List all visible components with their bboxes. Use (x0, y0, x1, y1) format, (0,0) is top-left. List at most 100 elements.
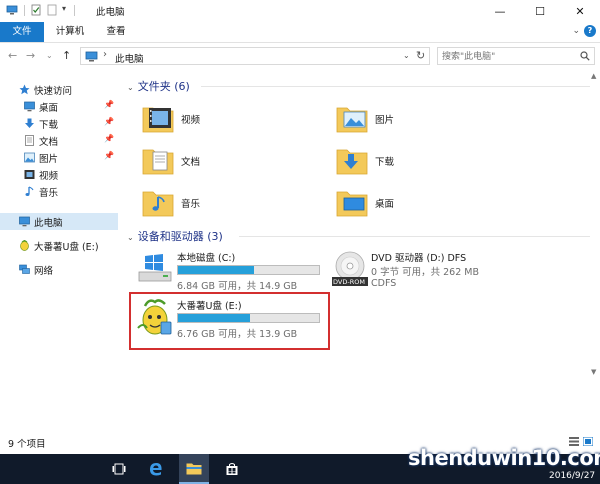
properties-icon[interactable] (30, 4, 42, 16)
folder-label: 桌面 (375, 199, 395, 210)
music-folder-icon (142, 191, 174, 217)
folder-label: 音乐 (181, 199, 201, 210)
tab-file[interactable]: 文件 (0, 22, 44, 42)
picture-folder-icon (336, 107, 368, 133)
drive-usage-bar (177, 265, 320, 275)
star-icon (19, 84, 30, 95)
customize-quick-access-icon[interactable]: ▾ (62, 4, 66, 13)
details-view-icon[interactable] (569, 437, 579, 446)
nav-quick-access[interactable]: 快速访问 (0, 81, 118, 98)
drive-filesystem: CDFS (371, 278, 397, 289)
desktop-icon (24, 101, 35, 112)
folder-icon (186, 463, 202, 474)
file-explorer-button[interactable] (179, 454, 209, 484)
divider (74, 5, 75, 16)
new-folder-icon[interactable] (46, 4, 58, 16)
maximize-icon[interactable]: ☐ (520, 0, 560, 22)
tab-computer[interactable]: 计算机 (46, 22, 94, 42)
nav-item-downloads[interactable]: 下载 📌 (0, 115, 118, 132)
item-count: 9 个项目 (8, 439, 46, 450)
store-button[interactable] (217, 454, 247, 484)
drive-free-space: 0 字节 可用，共 262 MB (371, 267, 479, 278)
document-icon (25, 135, 34, 146)
title-bar: ▾ 此电脑 — ☐ ✕ (0, 0, 600, 22)
pin-icon: 📌 (104, 117, 114, 126)
vertical-scrollbar[interactable]: ▲ ▼ (590, 70, 600, 430)
folders-header[interactable]: ⌄ 文件夹 (6) (127, 78, 190, 94)
dvd-rom-label: DVD-ROM (333, 278, 365, 286)
collapse-chevron-icon[interactable]: ⌄ (127, 83, 134, 92)
scroll-down-icon[interactable]: ▼ (591, 368, 596, 376)
ribbon-expand-icon[interactable]: ⌄ (572, 26, 580, 36)
nav-label: 音乐 (39, 188, 59, 199)
forward-arrow-icon[interactable]: → (26, 49, 35, 62)
search-box[interactable] (437, 47, 595, 65)
nav-item-music[interactable]: 音乐 (0, 183, 118, 200)
search-input[interactable] (442, 50, 572, 63)
network-icon (19, 264, 30, 274)
section-divider (239, 236, 591, 237)
nav-label: 此电脑 (34, 218, 63, 229)
refresh-icon[interactable]: ↻ (416, 49, 425, 62)
document-folder-icon (142, 149, 174, 175)
drive-d[interactable]: DVD-ROM DVD 驱动器 (D:) DFS 0 字节 可用，共 262 M… (331, 250, 531, 294)
edge-browser-button[interactable] (141, 454, 171, 484)
hard-drive-icon (138, 254, 172, 282)
drive-name: DVD 驱动器 (D:) DFS (371, 253, 467, 264)
tab-view[interactable]: 查看 (96, 22, 136, 42)
folder-documents[interactable]: 文档 (141, 144, 301, 176)
folder-label: 视频 (181, 115, 201, 126)
drive-free-space: 6.84 GB 可用，共 14.9 GB (177, 281, 298, 292)
nav-label: 视频 (39, 171, 59, 182)
nav-item-pictures[interactable]: 图片 📌 (0, 149, 118, 166)
picture-icon (24, 152, 35, 163)
breadcrumb-separator[interactable]: › (103, 49, 107, 60)
help-icon[interactable]: ? (584, 25, 596, 37)
drives-header[interactable]: ⌄ 设备和驱动器 (3) (127, 228, 223, 244)
pin-icon: 📌 (104, 100, 114, 109)
address-bar[interactable]: › 此电脑 ⌄ ↻ (80, 47, 430, 65)
nav-item-usb-drive[interactable]: 大番薯U盘 (E:) (0, 237, 118, 254)
search-icon[interactable] (580, 51, 590, 61)
watermark-text: shenduwin10.com (408, 446, 600, 470)
task-view-button[interactable] (104, 454, 134, 484)
folder-desktop[interactable]: 桌面 (335, 186, 495, 218)
close-icon[interactable]: ✕ (560, 0, 600, 22)
nav-label: 桌面 (39, 103, 59, 114)
folder-music[interactable]: 音乐 (141, 186, 301, 218)
nav-item-this-pc[interactable]: 此电脑 (0, 213, 118, 230)
nav-item-desktop[interactable]: 桌面 📌 (0, 98, 118, 115)
folder-label: 下载 (375, 157, 395, 168)
pin-icon: 📌 (104, 151, 114, 160)
scroll-up-icon[interactable]: ▲ (591, 72, 596, 80)
back-arrow-icon[interactable]: ← (8, 49, 17, 62)
usb-drive-icon (20, 240, 29, 251)
nav-item-documents[interactable]: 文档 📌 (0, 132, 118, 149)
folder-videos[interactable]: 视频 (141, 102, 301, 134)
highlight-box (129, 292, 330, 350)
nav-label: 下载 (39, 120, 59, 131)
breadcrumb[interactable]: 此电脑 (115, 51, 144, 65)
folder-downloads[interactable]: 下载 (335, 144, 495, 176)
nav-item-videos[interactable]: 视频 (0, 166, 118, 183)
computer-icon (6, 5, 18, 15)
nav-label: 快速访问 (34, 86, 73, 97)
nav-label: 图片 (39, 154, 59, 165)
nav-label: 文档 (39, 137, 59, 148)
nav-item-network[interactable]: 网络 (0, 261, 118, 278)
store-icon (226, 463, 238, 475)
divider (24, 5, 25, 16)
minimize-icon[interactable]: — (480, 0, 520, 22)
navigation-pane: 快速访问 桌面 📌 下载 📌 文档 📌 图片 📌 视频 音乐 此电脑 大番薯U盘… (0, 70, 120, 430)
ribbon: 文件 计算机 查看 ⌄ ? (0, 22, 600, 43)
section-title: 文件夹 (6) (137, 80, 190, 93)
large-icons-view-icon[interactable] (583, 437, 593, 446)
drive-c[interactable]: 本地磁盘 (C:) 6.84 GB 可用，共 14.9 GB (137, 250, 327, 294)
collapse-chevron-icon[interactable]: ⌄ (127, 233, 134, 242)
download-folder-icon (336, 149, 368, 175)
up-arrow-icon[interactable]: ↑ (62, 49, 71, 62)
recent-locations-icon[interactable]: ⌄ (46, 51, 53, 60)
folder-pictures[interactable]: 图片 (335, 102, 495, 134)
address-dropdown-icon[interactable]: ⌄ (403, 51, 410, 60)
download-icon (25, 118, 34, 128)
